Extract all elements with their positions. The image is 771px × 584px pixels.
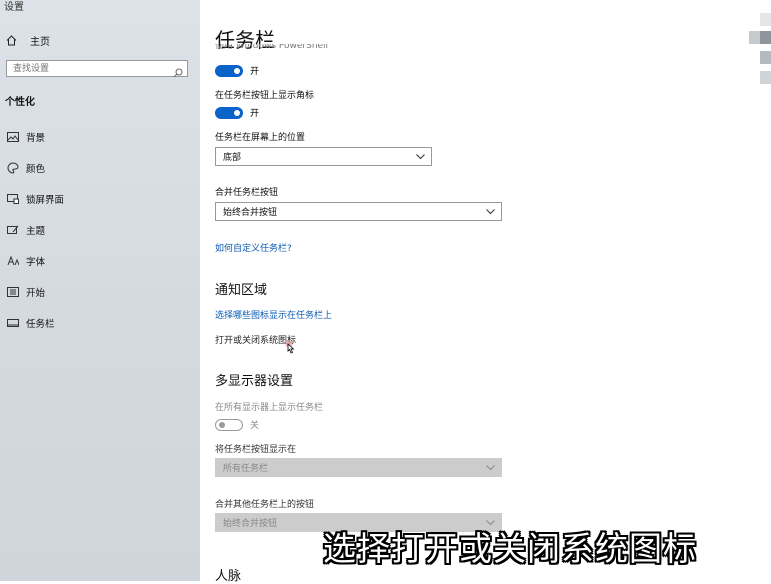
sidebar-home[interactable]: 主页: [6, 33, 50, 48]
sidebar-item-label: 开始: [26, 288, 46, 299]
sidebar-item-label: 背景: [26, 133, 46, 144]
position-value: 底部: [223, 153, 242, 163]
app-title: 设置: [4, 2, 24, 13]
video-caption: 选择打开或关闭系统图标: [323, 529, 697, 568]
lock-screen-icon: [6, 193, 19, 205]
toggle-state: 关: [250, 421, 260, 431]
home-icon: [6, 34, 20, 46]
notification-area-heading: 通知区域: [215, 283, 268, 298]
home-label: 主页: [30, 36, 50, 48]
show-buttons-on-label: 将任务栏按钮显示在: [215, 445, 297, 455]
combine-dropdown[interactable]: 始终合并按钮: [215, 202, 502, 221]
customize-taskbar-link[interactable]: 如何自定义任务栏?: [215, 241, 292, 254]
combine-label: 合并任务栏按钮: [215, 188, 279, 198]
sidebar-item-fonts[interactable]: 字体: [6, 254, 45, 268]
combine-value: 始终合并按钮: [223, 208, 278, 218]
system-icons-link[interactable]: 打开或关闭系统图标: [215, 333, 296, 346]
image-icon: [6, 131, 19, 143]
chevron-down-icon: [416, 153, 425, 163]
sidebar-item-label: 主题: [26, 226, 46, 237]
combine-other-label: 合并其他任务栏上的按钮: [215, 500, 315, 510]
search-box[interactable]: [6, 60, 188, 78]
sidebar-item-colors[interactable]: 颜色: [6, 161, 45, 175]
search-input[interactable]: [7, 61, 173, 76]
start-icon: [6, 286, 19, 298]
show-all-displays-toggle[interactable]: [215, 418, 243, 431]
sidebar-item-lock-screen[interactable]: 锁屏界面: [6, 192, 64, 206]
powershell-toggle-row: 开: [215, 64, 259, 77]
taskbar-icon: [6, 317, 19, 329]
toggle-state: 开: [250, 109, 260, 119]
chevron-down-icon: [486, 464, 495, 474]
show-all-displays-toggle-row: 关: [215, 418, 259, 431]
show-buttons-on-value: 所有任务栏: [223, 464, 269, 474]
toggle-state: 开: [250, 67, 260, 77]
position-label: 任务栏在屏幕上的位置: [215, 133, 306, 143]
sidebar-item-start[interactable]: 开始: [6, 285, 45, 299]
powershell-toggle[interactable]: [215, 64, 243, 77]
theme-icon: [6, 224, 19, 236]
palette-icon: [6, 162, 19, 174]
blurred-thumbnail: [749, 13, 771, 91]
chevron-down-icon: [486, 208, 495, 218]
multi-display-heading: 多显示器设置: [215, 374, 294, 389]
badges-toggle-row: 开: [215, 106, 259, 119]
sidebar-item-taskbar[interactable]: 任务栏: [6, 316, 55, 330]
select-icons-link[interactable]: 选择哪些图标显示在任务栏上: [215, 308, 332, 321]
sidebar-item-label: 颜色: [26, 164, 46, 175]
sidebar-item-background[interactable]: 背景: [6, 130, 45, 144]
sidebar-item-label: 字体: [26, 257, 46, 268]
sidebar: 设置 主页 个性化 背景 颜色 锁屏界面 主题 字体 开始 任务栏: [0, 0, 200, 581]
search-icon[interactable]: [173, 63, 183, 82]
mouse-cursor-icon: [285, 340, 297, 360]
position-dropdown[interactable]: 底部: [215, 147, 432, 166]
show-all-displays-label: 在所有显示器上显示任务栏: [215, 403, 324, 413]
sidebar-item-label: 锁屏界面: [26, 195, 65, 206]
badges-toggle[interactable]: [215, 106, 243, 119]
cut-off-label: 使用 Windows PowerShell: [215, 44, 329, 51]
combine-other-value: 始终合并按钮: [223, 519, 278, 529]
badges-label: 在任务栏按钮上显示角标: [215, 91, 315, 101]
section-title: 个性化: [5, 97, 35, 108]
main-content: 任务栏 使用 Windows PowerShell 开 在任务栏按钮上显示角标 …: [200, 0, 771, 584]
show-buttons-on-dropdown[interactable]: 所有任务栏: [215, 458, 502, 477]
font-icon: [6, 255, 19, 267]
sidebar-item-themes[interactable]: 主题: [6, 223, 45, 237]
people-heading: 人脉: [215, 569, 242, 584]
sidebar-item-label: 任务栏: [26, 319, 55, 330]
